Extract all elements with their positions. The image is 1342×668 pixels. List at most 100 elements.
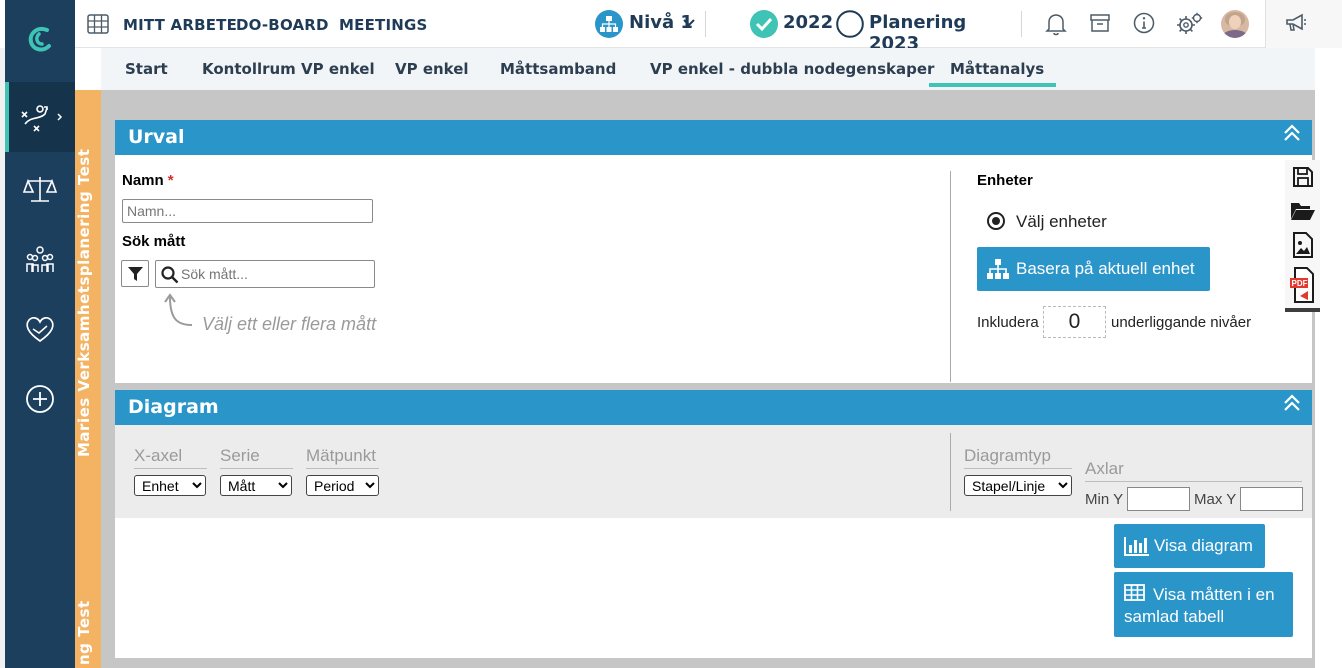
settings-divider xyxy=(950,433,951,511)
check-circle-icon xyxy=(750,10,778,38)
tab-vp-enkel-dubbla[interactable]: VP enkel - dubbla nodegenskaper xyxy=(650,60,934,78)
point-label: Mätpunkt xyxy=(306,446,379,469)
save-icon xyxy=(1292,167,1313,187)
panel-divider xyxy=(950,171,951,382)
min-y-label: Min Y xyxy=(1085,491,1124,508)
megaphone-icon[interactable] xyxy=(1284,12,1308,34)
max-y-label: Max Y xyxy=(1194,491,1237,508)
export-image-button[interactable] xyxy=(1285,228,1320,262)
filter-button[interactable] xyxy=(121,260,149,287)
announcements-area xyxy=(1265,0,1342,48)
urval-title: Urval xyxy=(128,126,185,148)
radio-icon xyxy=(987,212,1005,230)
org-icon xyxy=(987,259,1009,279)
chevron-down-icon xyxy=(683,19,695,27)
filter-icon xyxy=(128,267,143,281)
diagram-header[interactable]: Diagram xyxy=(115,390,1312,425)
svg-text:PDF: PDF xyxy=(1291,279,1307,288)
tab-mattanalys[interactable]: Måttanalys xyxy=(950,60,1044,78)
min-y-input[interactable] xyxy=(1127,487,1190,511)
xaxis-label: X-axel xyxy=(134,446,207,469)
top-bar: MITT ARBETE DO-BOARD MEETINGS Nivå 1 202… xyxy=(75,0,1342,54)
show-table-button[interactable]: Visa måtten i en samlad tabell xyxy=(1114,572,1293,637)
image-icon xyxy=(1292,232,1313,258)
heart-hand-icon xyxy=(26,316,54,343)
xaxis-select[interactable]: Enhet xyxy=(134,475,206,496)
search-label: Sök mått xyxy=(122,233,186,250)
folder-open-icon xyxy=(1290,203,1315,220)
save-button[interactable] xyxy=(1285,160,1320,194)
sublevels-label: underliggande nivåer xyxy=(1111,314,1252,331)
nav-mitt-arbete[interactable]: MITT ARBETE xyxy=(123,16,237,34)
right-margin xyxy=(1315,48,1342,668)
collapse-icon[interactable] xyxy=(1282,393,1302,413)
archive-icon[interactable] xyxy=(1089,12,1113,36)
units-label: Enheter xyxy=(977,172,1033,189)
hint-arrow-icon xyxy=(164,293,193,326)
search-field[interactable] xyxy=(155,260,375,288)
circle-icon xyxy=(836,10,864,38)
choose-units-radio[interactable]: Välj enheter xyxy=(986,210,1156,232)
tab-mattsamband[interactable]: Måttsamband xyxy=(500,60,616,78)
chart-type-label: Diagramtyp xyxy=(964,446,1072,469)
nav-do-board[interactable]: DO-BOARD xyxy=(236,16,329,34)
year-selector[interactable]: 2022 xyxy=(750,9,834,39)
vertical-context-strip: Maries Verksamhetsplanering Test ng Test xyxy=(75,90,101,668)
tab-start[interactable]: Start xyxy=(125,60,168,78)
divider xyxy=(705,11,706,37)
point-select[interactable]: Period xyxy=(306,475,379,496)
tab-bar: Start Kontollrum VP enkel VP enkel Måtts… xyxy=(101,48,1315,90)
org-icon xyxy=(595,10,623,38)
name-label: Namn * xyxy=(122,172,174,189)
show-chart-button[interactable]: Visa diagram xyxy=(1114,524,1265,568)
collapse-icon[interactable] xyxy=(1282,123,1302,143)
diagram-title: Diagram xyxy=(128,396,219,418)
include-levels-input[interactable]: 0 xyxy=(1043,306,1106,338)
series-select[interactable]: Mått xyxy=(220,475,292,496)
urval-header[interactable]: Urval xyxy=(115,120,1312,155)
max-y-input[interactable] xyxy=(1240,487,1303,511)
info-icon[interactable] xyxy=(1133,12,1157,36)
show-table-label-2: samlad tabell xyxy=(1124,607,1225,626)
open-button[interactable] xyxy=(1285,194,1320,228)
grid-icon[interactable] xyxy=(87,14,111,38)
plus-circle-icon xyxy=(26,385,54,413)
logo-icon[interactable] xyxy=(5,14,75,66)
pdf-icon: PDF xyxy=(1289,267,1314,303)
export-pdf-button[interactable]: PDF xyxy=(1285,262,1320,308)
sidebar-item-strategy[interactable] xyxy=(5,82,75,152)
choose-units-label: Välj enheter xyxy=(1016,212,1107,231)
sidebar-item-add[interactable] xyxy=(5,376,75,422)
base-button-label: Basera på aktuell enhet xyxy=(1016,259,1195,278)
active-tab-indicator xyxy=(929,83,1056,87)
name-input[interactable] xyxy=(122,199,373,223)
plan-selector[interactable]: Planering 2023 xyxy=(836,9,1006,54)
bell-icon[interactable] xyxy=(1045,12,1069,36)
chart-type-select[interactable]: Stapel/Linje xyxy=(964,475,1072,496)
base-on-current-unit-button[interactable]: Basera på aktuell enhet xyxy=(977,247,1210,291)
scales-icon xyxy=(23,177,57,202)
sidebar-item-balance[interactable] xyxy=(5,166,75,212)
divider xyxy=(1021,11,1022,37)
show-chart-label: Visa diagram xyxy=(1154,536,1253,555)
include-label: Inkludera xyxy=(977,314,1039,331)
level-selector[interactable]: Nivå 1 xyxy=(595,9,700,39)
vertical-label: Maries Verksamhetsplanering Test xyxy=(75,148,93,457)
required-mark: * xyxy=(167,172,174,189)
hint-text: Välj ett eller flera mått xyxy=(202,314,377,334)
bar-chart-icon xyxy=(1124,537,1149,556)
search-input[interactable] xyxy=(181,263,371,285)
year-label: 2022 xyxy=(783,12,834,33)
sidebar-item-care[interactable] xyxy=(5,306,75,352)
nav-meetings[interactable]: MEETINGS xyxy=(339,16,428,34)
avatar[interactable] xyxy=(1221,10,1249,38)
sidebar-item-people[interactable] xyxy=(5,236,75,282)
people-icon xyxy=(26,246,54,272)
tab-kontrollrum[interactable]: Kontollrum VP enkel xyxy=(202,60,375,78)
gears-icon[interactable] xyxy=(1176,12,1203,36)
tab-vp-enkel[interactable]: VP enkel xyxy=(395,60,469,78)
show-table-label-1: Visa måtten i en xyxy=(1153,585,1275,604)
search-icon xyxy=(161,266,179,284)
series-label: Serie xyxy=(220,446,293,469)
sidebar xyxy=(5,0,75,668)
